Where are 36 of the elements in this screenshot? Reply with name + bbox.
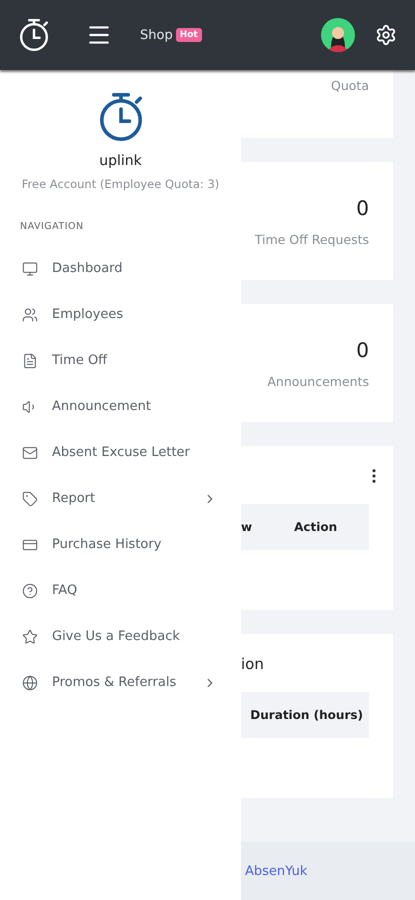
nav-item[interactable]: Give Us a Feedback: [0, 614, 241, 660]
stat-value: 0: [356, 338, 369, 362]
account-plan: Free Account (Employee Quota: 3): [22, 176, 220, 191]
nav-icon: [22, 582, 38, 599]
stopwatch-logo-icon: [18, 17, 50, 53]
nav-item[interactable]: Dashboard: [0, 246, 241, 292]
hot-badge: Hot: [176, 28, 202, 42]
nav-item[interactable]: Purchase History: [0, 522, 241, 568]
nav-item[interactable]: FAQ: [0, 568, 241, 614]
table-title: ion: [241, 655, 264, 673]
nav-icon: [22, 628, 38, 645]
nav-item[interactable]: Employees: [0, 292, 241, 338]
column-header: Duration (hours): [250, 708, 363, 722]
nav-icon: [22, 260, 38, 277]
section-title: NAVIGATION: [20, 220, 85, 232]
nav-item[interactable]: Absent Excuse Letter: [0, 430, 241, 476]
shop-link[interactable]: Shop Hot: [140, 28, 202, 42]
column-header: Action: [294, 520, 338, 534]
footer-link[interactable]: AbsenYuk: [245, 864, 308, 878]
stat-label: Announcements: [267, 374, 369, 388]
column-header: w: [241, 520, 252, 534]
avatar[interactable]: [321, 18, 355, 52]
nav-item[interactable]: Announcement: [0, 384, 241, 430]
nav-icon: [22, 306, 38, 323]
stat-label: Time Off Requests: [254, 232, 369, 246]
stat-value: 0: [356, 196, 369, 220]
nav-item[interactable]: Promos & Referrals: [0, 660, 241, 706]
nav-icon: [22, 490, 38, 507]
nav-item[interactable]: Report: [0, 476, 241, 522]
account-name: uplink: [99, 152, 142, 169]
nav-item[interactable]: Time Off: [0, 338, 241, 384]
stat-label: Quota: [331, 78, 369, 93]
nav-icon: [22, 674, 38, 691]
nav-icon: [22, 352, 38, 369]
settings-icon[interactable]: [375, 24, 397, 46]
nav-icon: [22, 444, 38, 461]
